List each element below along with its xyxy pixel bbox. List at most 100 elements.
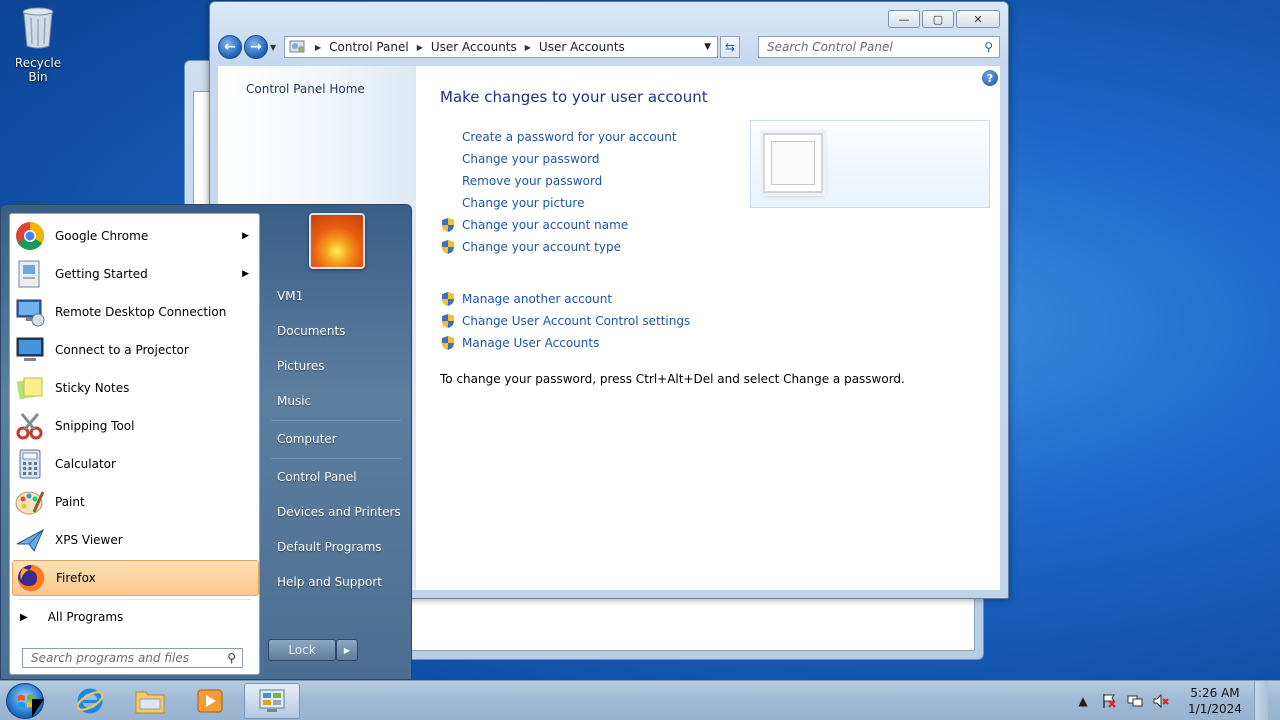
account-picture (763, 133, 823, 193)
search-icon[interactable]: ⚲ (227, 651, 236, 665)
program-calculator[interactable]: Calculator (12, 446, 259, 482)
address-dropdown-icon[interactable]: ▼ (698, 42, 717, 52)
taskbar-media-player[interactable] (182, 683, 238, 719)
manage-another-account-link[interactable]: Manage another account (440, 288, 690, 310)
minimize-button[interactable]: — (888, 10, 920, 28)
uac-shield-icon (442, 336, 454, 350)
account-task-links: Create a password for your account Chang… (440, 126, 690, 354)
change-password-link[interactable]: Change your password (440, 148, 690, 170)
start-item-help-support[interactable]: Help and Support (277, 575, 382, 589)
help-icon[interactable]: ? (982, 70, 998, 86)
content-pane: ? Make changes to your user account Crea… (416, 66, 1000, 590)
projector-icon (16, 337, 44, 361)
shutdown-options-button[interactable]: ▶ (336, 639, 358, 661)
refresh-icon: ⇆ (724, 40, 736, 54)
remove-password-link[interactable]: Remove your password (440, 170, 690, 192)
page-title: Make changes to your user account (440, 88, 708, 106)
breadcrumb-user-accounts-current[interactable]: User Accounts (539, 40, 625, 54)
search-control-panel-input[interactable]: Search Control Panel ⚲ (758, 36, 1000, 58)
password-note: To change your password, press Ctrl+Alt+… (440, 372, 905, 386)
mouse-cursor-icon (32, 699, 44, 717)
program-firefox[interactable]: Firefox (12, 560, 259, 596)
start-item-documents[interactable]: Documents (277, 324, 345, 338)
breadcrumb-control-panel[interactable]: Control Panel (329, 40, 409, 54)
start-menu: Google Chrome ▶ Getting Started ▶ Remote D… (0, 204, 412, 680)
clock-time: 5:26 AM (1190, 686, 1240, 700)
forward-button[interactable]: → (244, 35, 268, 59)
action-center-icon[interactable] (1101, 693, 1117, 709)
sticky-notes-icon (16, 377, 43, 400)
breadcrumb-user-accounts[interactable]: User Accounts (431, 40, 517, 54)
start-item-default-programs[interactable]: Default Programs (277, 540, 382, 554)
breadcrumb-chevron-icon: ▶ (524, 42, 531, 52)
start-item-pictures[interactable]: Pictures (277, 359, 325, 373)
paint-icon (15, 491, 45, 515)
change-account-type-link[interactable]: Change your account type (440, 236, 690, 258)
getting-started-icon (18, 260, 40, 288)
maximize-button[interactable]: ▢ (922, 10, 954, 28)
start-item-music[interactable]: Music (277, 394, 311, 408)
network-icon[interactable] (1127, 693, 1143, 709)
calculator-icon (19, 449, 41, 479)
control-panel-home-link[interactable]: Control Panel Home (246, 82, 365, 96)
manage-user-accounts-link[interactable]: Manage User Accounts (440, 332, 690, 354)
xps-viewer-icon (16, 528, 45, 553)
search-placeholder: Search Control Panel (767, 40, 893, 54)
user-picture[interactable] (309, 213, 365, 269)
close-button[interactable]: ✕ (956, 10, 1000, 28)
taskbar-control-panel[interactable] (244, 683, 300, 719)
start-item-devices-printers[interactable]: Devices and Printers (277, 505, 401, 519)
taskbar-windows-explorer[interactable] (122, 683, 178, 719)
change-account-name-link[interactable]: Change your account name (440, 214, 690, 236)
create-password-link[interactable]: Create a password for your account (440, 126, 690, 148)
address-bar[interactable]: ▶ Control Panel ▶ User Accounts ▶ User A… (284, 36, 718, 58)
breadcrumb-chevron-icon: ▶ (416, 42, 423, 52)
windows-explorer-icon (135, 691, 165, 714)
start-search-placeholder: Search programs and files (31, 651, 189, 665)
breadcrumb-chevron-icon: ▶ (315, 42, 322, 52)
program-getting-started[interactable]: Getting Started ▶ (12, 256, 259, 292)
back-button[interactable]: ← (218, 35, 242, 59)
lock-button[interactable]: Lock (268, 639, 336, 661)
program-connect-projector[interactable]: Connect to a Projector (12, 332, 259, 368)
program-sticky-notes[interactable]: Sticky Notes (12, 370, 259, 406)
program-xps-viewer[interactable]: XPS Viewer (12, 522, 259, 558)
program-snipping-tool[interactable]: Snipping Tool (12, 408, 259, 444)
chrome-icon (16, 222, 44, 250)
show-hidden-icons-button[interactable]: ▲ (1075, 693, 1091, 709)
all-programs-button[interactable]: ▶ All Programs (20, 610, 123, 624)
uac-shield-icon (442, 292, 454, 306)
start-item-vm1[interactable]: VM1 (277, 289, 303, 303)
clock[interactable]: 5:26 AM 1/1/2024 (1182, 685, 1248, 717)
program-google-chrome[interactable]: Google Chrome ▶ (12, 218, 259, 254)
program-remote-desktop[interactable]: Remote Desktop Connection (12, 294, 259, 330)
recent-pages-dropdown[interactable]: ▼ (270, 43, 280, 52)
forward-arrow-icon: → (250, 39, 262, 55)
start-search-input[interactable]: Search programs and files ⚲ (22, 648, 243, 668)
search-icon[interactable]: ⚲ (984, 40, 993, 54)
back-arrow-icon: ← (224, 39, 236, 55)
recycle-bin[interactable]: Recycle Bin (4, 6, 72, 84)
minimize-icon: — (898, 12, 910, 26)
firefox-icon (18, 565, 44, 591)
program-list: Google Chrome ▶ Getting Started ▶ Remote D… (9, 213, 260, 675)
refresh-button[interactable]: ⇆ (720, 36, 740, 58)
show-desktop-button[interactable] (1254, 681, 1268, 720)
submenu-arrow-icon: ▶ (242, 269, 249, 279)
close-icon: ✕ (973, 12, 983, 26)
submenu-arrow-icon: ▶ (242, 231, 249, 241)
taskbar-internet-explorer[interactable] (62, 683, 118, 719)
taskbar: ▲ 5:26 AM 1/1/2024 (0, 680, 1280, 720)
media-player-icon (197, 689, 223, 713)
uac-shield-icon (442, 314, 454, 328)
remote-desktop-icon (16, 299, 45, 327)
start-item-computer[interactable]: Computer (277, 432, 337, 446)
system-tray: ▲ 5:26 AM 1/1/2024 (1070, 681, 1268, 720)
change-picture-link[interactable]: Change your picture (440, 192, 690, 214)
all-programs-arrow-icon: ▶ (20, 611, 28, 623)
uac-settings-link[interactable]: Change User Account Control settings (440, 310, 690, 332)
control-panel-icon (289, 40, 305, 53)
volume-muted-icon[interactable] (1153, 693, 1169, 709)
program-paint[interactable]: Paint (12, 484, 259, 520)
start-item-control-panel[interactable]: Control Panel (277, 470, 357, 484)
